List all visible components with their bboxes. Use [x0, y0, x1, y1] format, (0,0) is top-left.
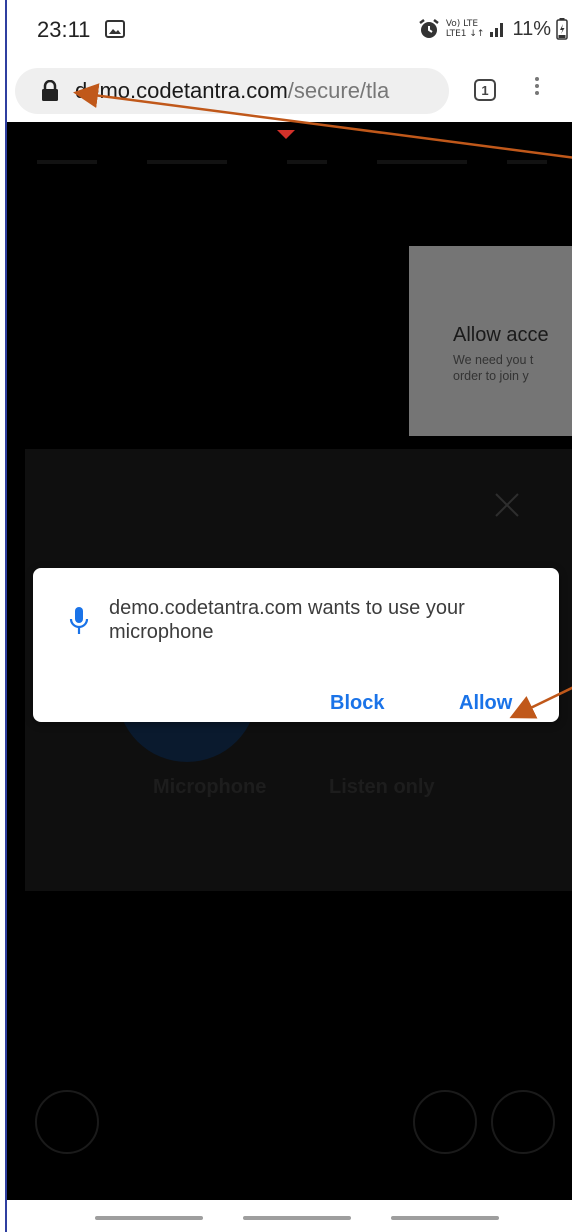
bottom-left-button[interactable]: [35, 1090, 99, 1154]
browser-toolbar: demo.codetantra.com/secure/tla 1: [7, 60, 572, 122]
network-line-2: LTE1 ↓↑: [445, 29, 485, 39]
permission-card: Allow acce We need you t order to join y: [409, 246, 572, 436]
phone-screen: 23:11 Vo) LTE LTE1 ↓↑ 11% demo.codetantr…: [5, 0, 572, 1232]
faint-toolbar: [37, 160, 547, 172]
permission-title: Allow acce: [453, 324, 549, 346]
phone-button[interactable]: [413, 1090, 477, 1154]
caret-indicator: [277, 130, 295, 139]
video-button[interactable]: [491, 1090, 555, 1154]
alarm-icon: [419, 19, 439, 38]
nav-recents[interactable]: [95, 1216, 203, 1220]
tab-switcher-button[interactable]: 1: [474, 79, 496, 101]
microphone-permission-dialog: demo.codetantra.com wants to use your mi…: [33, 568, 559, 722]
android-nav-bar: [7, 1200, 572, 1232]
block-button[interactable]: Block: [330, 692, 384, 715]
allow-button[interactable]: Allow: [459, 692, 512, 715]
listen-only-option-label[interactable]: Listen only: [329, 776, 435, 799]
lock-icon[interactable]: [41, 80, 59, 102]
browser-menu-button[interactable]: [531, 74, 543, 104]
url-text[interactable]: demo.codetantra.com/secure/tla: [75, 78, 389, 104]
battery-icon: [556, 18, 568, 40]
signal-icon: [490, 23, 504, 37]
nav-home[interactable]: [243, 1216, 351, 1220]
gallery-icon: [105, 20, 125, 38]
status-bar: 23:11 Vo) LTE LTE1 ↓↑ 11%: [7, 0, 572, 60]
battery-percentage: 11%: [512, 17, 551, 40]
status-icons: Vo) LTE LTE1 ↓↑ 11%: [417, 14, 568, 44]
dialog-message: demo.codetantra.com wants to use your mi…: [109, 597, 465, 643]
permission-body-line-2: order to join y: [453, 369, 529, 383]
url-host: demo.codetantra.com: [75, 78, 288, 103]
network-line-1: Vo) LTE: [445, 19, 479, 29]
status-time: 23:11: [37, 17, 91, 42]
permission-body-line-1: We need you t: [453, 353, 534, 367]
url-bar[interactable]: demo.codetantra.com/secure/tla: [15, 68, 449, 114]
microphone-icon: [69, 607, 89, 634]
nav-back[interactable]: [391, 1216, 499, 1220]
microphone-option-label[interactable]: Microphone: [153, 776, 266, 799]
url-path: /secure/tla: [287, 78, 390, 103]
network-indicator: Vo) LTE LTE1 ↓↑: [446, 19, 485, 39]
close-icon[interactable]: [493, 491, 521, 519]
permission-body: We need you t order to join y: [453, 352, 533, 384]
